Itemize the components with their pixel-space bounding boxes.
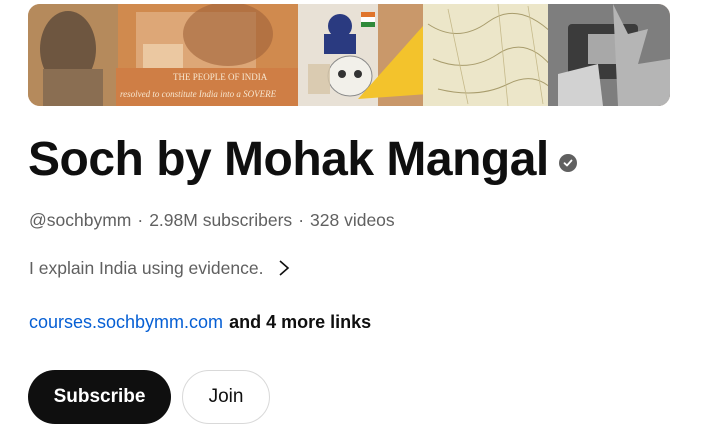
channel-handle: @sochbymm [29,210,132,230]
subscribe-button[interactable]: Subscribe [28,370,171,424]
channel-title: Soch by Mohak Mangal [28,128,577,192]
meta-separator: · [137,210,144,230]
chevron-right-icon[interactable] [277,259,291,277]
video-count: 328 videos [310,210,395,230]
channel-links: courses.sochbymm.com and 4 more links [29,310,371,334]
channel-meta: @sochbymm · 2.98M subscribers · 328 videos [29,208,395,232]
channel-description[interactable]: I explain India using evidence. [29,256,291,280]
more-links[interactable]: and 4 more links [229,312,371,332]
meta-separator: · [298,210,305,230]
verified-check-icon [558,154,577,172]
description-text: I explain India using evidence. [29,258,264,278]
primary-link[interactable]: courses.sochbymm.com [29,312,223,332]
subscriber-count: 2.98M subscribers [149,210,293,230]
join-button[interactable]: Join [182,370,270,424]
channel-name: Soch by Mohak Mangal [28,133,549,186]
channel-banner: THE PEOPLE OF INDIA resolved to constitu… [28,4,670,106]
banner-text-1: THE PEOPLE OF INDIA [173,72,268,82]
banner-text-2: resolved to constitute India into a SOVE… [120,89,277,99]
